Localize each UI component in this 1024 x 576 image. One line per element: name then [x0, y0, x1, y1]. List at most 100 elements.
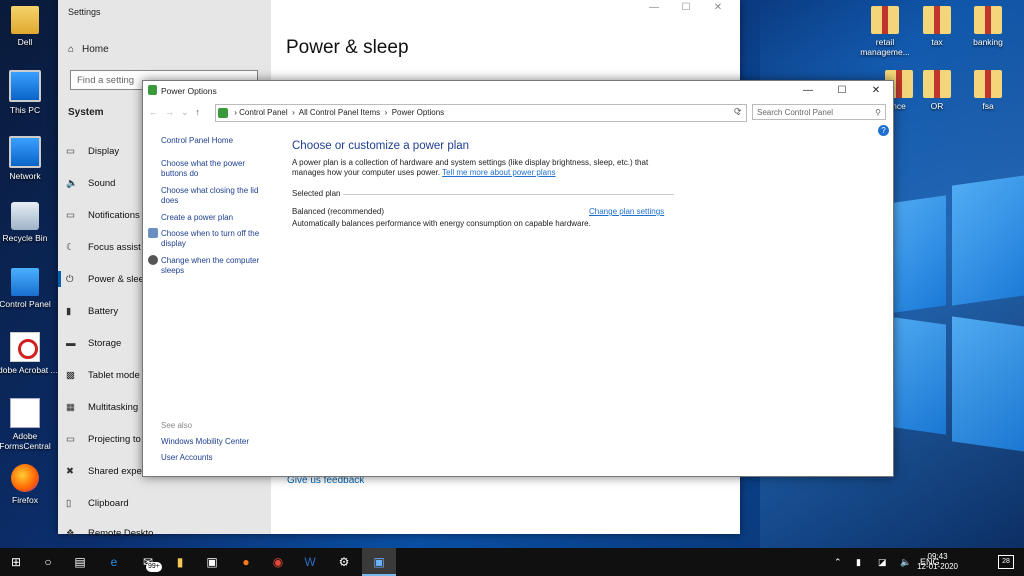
store-badge-icon[interactable]: ✉99+	[132, 548, 164, 576]
see-also-label: See also	[161, 421, 193, 430]
word-icon[interactable]: W	[294, 548, 326, 576]
turn-off-display-link[interactable]: Choose when to turn off the display	[161, 229, 271, 249]
settings-gear-icon[interactable]: ⚙	[328, 548, 360, 576]
network-tray-icon[interactable]: ◪	[878, 548, 887, 576]
minimize-button[interactable]: —	[638, 2, 670, 13]
create-power-plan-link[interactable]: Create a power plan	[161, 213, 271, 223]
multitasking-icon: ▦	[66, 402, 75, 413]
up-arrow-icon[interactable]: ↑	[196, 107, 208, 117]
power-icon: ⏻	[66, 274, 74, 285]
clock-time: 09:43	[927, 552, 948, 561]
maximize-button[interactable]: ☐	[670, 2, 702, 13]
desktop-icon-fsa[interactable]: fsa	[955, 70, 1021, 111]
zip-folder-icon	[923, 70, 951, 98]
taskbar: ⊞ ○ ▤ e ✉99+ ▮ ▣ ● ◉ W ⚙ ▣ ⌃ ▮ ◪ 🔈 ENG 0…	[0, 548, 1024, 576]
desktop-icon-this-pc[interactable]: This PC	[0, 70, 58, 115]
power-options-titlebar[interactable]: Power Options — ☐ ✕	[143, 81, 893, 100]
start-button[interactable]: ⊞	[0, 548, 32, 576]
search-icon: ⚲	[875, 108, 881, 117]
microsoft-store-icon[interactable]: ▣	[196, 548, 228, 576]
power-buttons-link[interactable]: Choose what the power buttons do	[161, 159, 271, 179]
desktop-icon-banking[interactable]: banking	[955, 6, 1021, 47]
search-control-panel-input[interactable]: Search Control Panel ⚲	[752, 104, 886, 120]
file-explorer-icon[interactable]: ▮	[164, 548, 196, 576]
display-icon: ▭	[66, 146, 75, 157]
desktop-icon-network[interactable]: Network	[0, 136, 58, 181]
computer-sleeps-link[interactable]: Change when the computer sleeps	[161, 256, 271, 276]
change-plan-settings-link[interactable]: Change plan settings	[589, 207, 664, 216]
zip-folder-icon	[923, 6, 951, 34]
maximize-button[interactable]: ☐	[825, 81, 859, 100]
settings-title: Settings	[68, 7, 101, 17]
formscentral-icon	[10, 398, 40, 428]
breadcrumb-chevron-icon[interactable]: ›	[290, 108, 297, 117]
mobility-center-link[interactable]: Windows Mobility Center	[161, 437, 271, 447]
tablet-icon: ▩	[66, 370, 75, 381]
clock[interactable]: 09:43 12-01-2020	[917, 552, 958, 572]
windows-logo-wallpaper	[880, 170, 1024, 460]
address-bar[interactable]: › Control Panel › All Control Panel Item…	[215, 104, 747, 122]
control-panel-taskbar-icon[interactable]: ▣	[362, 548, 396, 576]
window-title: Power Options	[161, 86, 217, 96]
forward-arrow-icon[interactable]: →	[165, 107, 181, 117]
settings-window-controls: — ☐ ✕	[638, 2, 734, 13]
help-icon[interactable]: ?	[878, 125, 889, 136]
desktop-icon-control-panel[interactable]: Control Panel	[0, 268, 58, 309]
minimize-button[interactable]: —	[791, 81, 825, 100]
focus-icon: ☾	[66, 242, 75, 253]
edge-icon[interactable]: e	[98, 548, 130, 576]
breadcrumb-chevron-icon[interactable]: ›	[234, 108, 237, 117]
breadcrumb-chevron-icon[interactable]: ›	[382, 108, 389, 117]
user-accounts-link[interactable]: User Accounts	[161, 453, 271, 463]
sleep-moon-icon	[148, 255, 158, 265]
control-panel-icon	[11, 268, 39, 296]
back-arrow-icon[interactable]: ←	[149, 107, 165, 117]
settings-nav-clipboard[interactable]: ▯ Clipboard	[66, 498, 266, 509]
acrobat-icon	[10, 332, 40, 362]
action-center-icon[interactable]: 28	[998, 555, 1014, 569]
close-button[interactable]: ✕	[859, 81, 893, 100]
clipboard-icon: ▯	[66, 498, 72, 509]
volume-tray-icon[interactable]: 🔈	[900, 548, 911, 576]
refresh-icon[interactable]: ⟳	[734, 106, 742, 117]
battery-tray-icon[interactable]: ▮	[856, 548, 861, 576]
notifications-icon: ▭	[66, 210, 75, 221]
address-toolbar: ←→⌄↑ › Control Panel › All Control Panel…	[143, 103, 893, 123]
breadcrumb-power-options[interactable]: Power Options	[392, 108, 444, 117]
task-view-icon[interactable]: ▤	[64, 548, 96, 576]
sound-icon: 🔈	[66, 178, 78, 189]
settings-home-link[interactable]: ⌂ Home	[68, 44, 109, 55]
zip-folder-icon	[974, 6, 1002, 34]
window-controls: — ☐ ✕	[791, 81, 893, 100]
desktop-icon-dell[interactable]: Dell	[0, 6, 58, 47]
close-button[interactable]: ✕	[702, 2, 734, 13]
shared-icon: ✖	[66, 466, 74, 477]
selected-plan-label: Selected plan	[292, 189, 341, 198]
power-options-window: Power Options — ☐ ✕ ←→⌄↑ › Control Panel ›…	[142, 80, 894, 477]
plan-name: Balanced (recommended)	[292, 207, 385, 216]
firefox-icon	[11, 464, 39, 492]
cortana-search-icon[interactable]: ○	[32, 548, 64, 576]
recent-chevron-icon[interactable]: ⌄	[181, 107, 196, 117]
battery-icon: ▮	[66, 306, 72, 317]
control-panel-home-link[interactable]: Control Panel Home	[161, 136, 271, 146]
show-hidden-icons-chevron[interactable]: ⌃	[834, 548, 842, 576]
closing-lid-link[interactable]: Choose what closing the lid does	[161, 186, 271, 206]
plan-description: Automatically balances performance with …	[292, 219, 591, 228]
desktop-icon-recycle-bin[interactable]: Recycle Bin	[0, 202, 58, 243]
settings-nav-remote-desktop[interactable]: ❖ Remote Deskto	[66, 528, 266, 539]
desktop-icon-acrobat[interactable]: Adobe Acrobat ...	[0, 332, 58, 375]
user-folder-icon	[11, 6, 39, 34]
power-plans-help-link[interactable]: Tell me more about power plans	[442, 168, 555, 177]
selected-plan-divider	[343, 194, 674, 195]
chrome-icon[interactable]: ◉	[262, 548, 294, 576]
network-icon	[9, 136, 41, 168]
badge-count: 99+	[146, 562, 162, 572]
desktop-icon-formscentral[interactable]: Adobe FormsCentral	[0, 398, 58, 451]
desktop-icon-firefox[interactable]: Firefox	[0, 464, 58, 505]
breadcrumb-control-panel[interactable]: Control Panel	[239, 108, 287, 117]
firefox-taskbar-icon[interactable]: ●	[230, 548, 262, 576]
recycle-bin-icon	[11, 202, 39, 230]
breadcrumb-all-items[interactable]: All Control Panel Items	[299, 108, 380, 117]
display-settings-icon	[148, 228, 158, 238]
